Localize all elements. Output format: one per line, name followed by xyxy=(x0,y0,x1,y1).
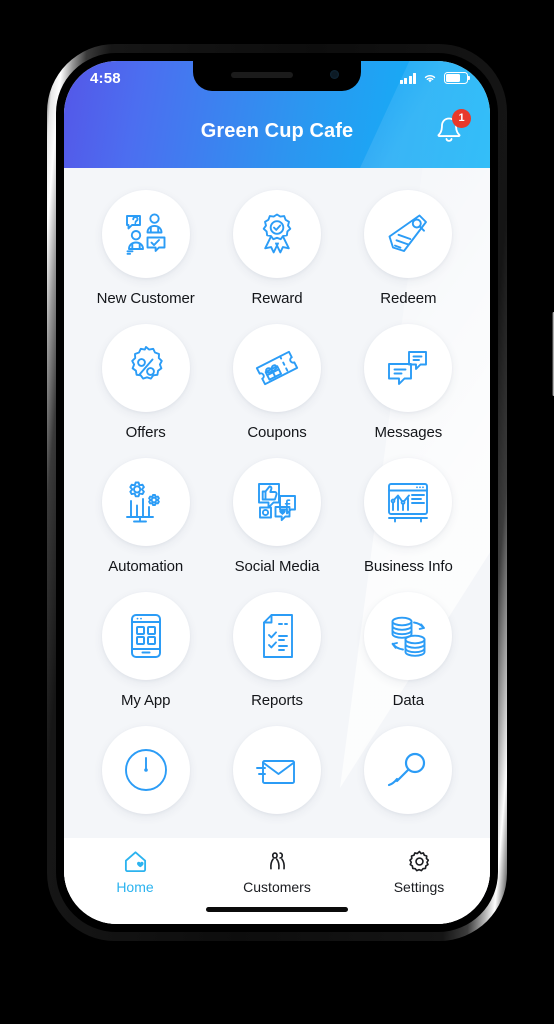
database-sync-icon xyxy=(391,616,426,657)
home-heart-icon xyxy=(124,851,146,873)
status-icons xyxy=(399,72,471,84)
icon-bubble xyxy=(232,458,321,546)
grid-item-new-customer[interactable]: New Customer xyxy=(80,190,211,307)
grid-item-partial-2[interactable] xyxy=(211,726,342,826)
icon-bubble xyxy=(232,592,321,680)
icon-bubble xyxy=(364,592,453,680)
percent-badge-icon xyxy=(130,346,163,380)
grid-item-automation[interactable]: Automation xyxy=(80,458,211,575)
icon-bubble xyxy=(101,458,190,546)
grid-item-label: Messages xyxy=(374,424,443,441)
smartphone-apps-icon xyxy=(130,614,161,658)
home-content: New Customer Reward Redeem Offers Coupon… xyxy=(64,168,490,924)
grid-item-label: Coupons xyxy=(247,424,307,441)
app-header-row: Green Cup Cafe 1 xyxy=(64,95,490,168)
grid-item-partial-3[interactable] xyxy=(343,726,474,826)
grid-item-label: Reports xyxy=(251,692,303,709)
grid-item-label: Data xyxy=(392,692,424,709)
tab-label: Home xyxy=(116,879,154,895)
grid-item-label: Social Media xyxy=(234,558,320,575)
icon-bubble xyxy=(232,190,321,278)
grid-item-reports[interactable]: Reports xyxy=(211,592,342,709)
phone-screen: 4:58 Green Cup Cafe 1 New Customer Rewar… xyxy=(64,61,490,924)
award-ribbon-icon xyxy=(262,213,292,254)
grid-item-business-info[interactable]: Business Info xyxy=(343,458,474,575)
wifi-icon xyxy=(424,75,436,83)
gears-chart-icon xyxy=(125,481,160,523)
bottom-navigation: Home Customers Settings xyxy=(64,838,490,924)
phone-device-frame: 4:58 Green Cup Cafe 1 New Customer Rewar… xyxy=(47,44,554,941)
grid-item-label: Automation xyxy=(108,558,184,575)
tab-settings[interactable]: Settings xyxy=(348,849,490,895)
battery-charging-icon xyxy=(444,72,471,84)
tab-label: Customers xyxy=(243,879,311,895)
price-tag-icon xyxy=(388,214,428,252)
earpiece-speaker-icon xyxy=(231,72,293,78)
grid-item-label: Business Info xyxy=(363,558,453,575)
browser-analytics-icon xyxy=(388,483,429,523)
chat-bubbles-icon xyxy=(388,351,428,385)
people-icon xyxy=(269,852,285,870)
grid-item-coupons[interactable]: Coupons xyxy=(211,324,342,441)
icon-bubble xyxy=(232,726,321,814)
signal-bars-icon xyxy=(399,72,416,84)
grid-item-data[interactable]: Data xyxy=(343,592,474,709)
grid-item-label: Offers xyxy=(125,424,166,441)
tab-customers[interactable]: Customers xyxy=(206,849,348,895)
screenshot-stage: 4:58 Green Cup Cafe 1 New Customer Rewar… xyxy=(0,0,554,1024)
tab-label: Settings xyxy=(393,879,445,895)
device-notch xyxy=(193,61,361,91)
icon-bubble xyxy=(364,726,453,814)
icon-bubble xyxy=(101,190,190,278)
icon-bubble xyxy=(101,324,190,412)
feature-grid: New Customer Reward Redeem Offers Coupon… xyxy=(64,168,490,826)
tab-home[interactable]: Home xyxy=(64,849,206,895)
grid-item-partial-1[interactable] xyxy=(80,726,211,826)
grid-item-offers[interactable]: Offers xyxy=(80,324,211,441)
clock-dial-icon xyxy=(124,749,167,791)
icon-bubble xyxy=(101,726,190,814)
customer-support-people-icon xyxy=(125,213,166,255)
page-title: Green Cup Cafe xyxy=(200,120,354,142)
grid-item-my-app[interactable]: My App xyxy=(80,592,211,709)
front-camera-icon xyxy=(330,70,339,79)
social-media-bubbles-icon xyxy=(258,483,296,522)
coupon-ticket-gift-icon xyxy=(255,350,299,386)
notification-badge: 1 xyxy=(452,108,471,128)
status-time: 4:58 xyxy=(90,69,121,87)
grid-item-label: My App xyxy=(120,692,171,709)
grid-item-label: Reward xyxy=(251,290,303,307)
grid-item-redeem[interactable]: Redeem xyxy=(343,190,474,307)
notifications-button[interactable]: 1 xyxy=(434,108,471,150)
phone-bezel: 4:58 Green Cup Cafe 1 New Customer Rewar… xyxy=(56,53,498,932)
grid-item-social-media[interactable]: Social Media xyxy=(211,458,342,575)
icon-bubble xyxy=(232,324,321,412)
icon-bubble xyxy=(101,592,190,680)
home-indicator xyxy=(206,907,348,912)
grid-item-label: Redeem xyxy=(380,290,437,307)
grid-item-messages[interactable]: Messages xyxy=(343,324,474,441)
checklist-document-icon xyxy=(263,614,293,658)
grid-item-label: New Customer xyxy=(96,290,195,307)
grid-item-reward[interactable]: Reward xyxy=(211,190,342,307)
icon-bubble xyxy=(364,458,453,546)
envelope-mail-icon xyxy=(256,760,295,784)
search-magnifier-icon xyxy=(388,752,426,787)
icon-bubble xyxy=(364,190,453,278)
gear-icon xyxy=(408,850,429,872)
icon-bubble xyxy=(364,324,453,412)
